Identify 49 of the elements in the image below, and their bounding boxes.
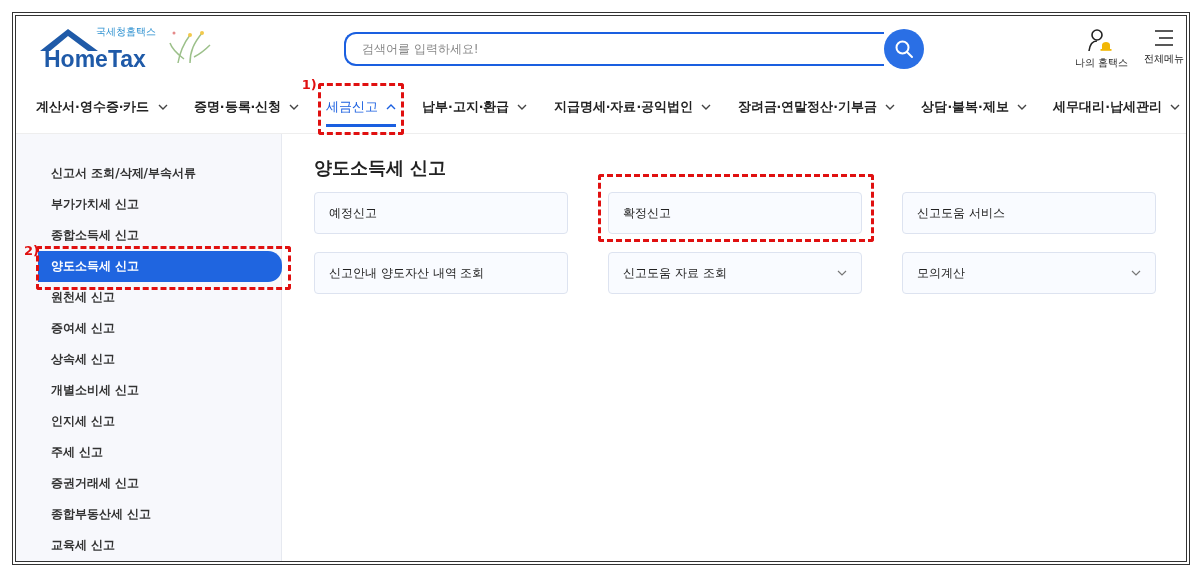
chevron-down-icon bbox=[1131, 270, 1141, 276]
search-icon bbox=[894, 38, 914, 59]
menu-card[interactable]: 신고도움 서비스 bbox=[902, 192, 1156, 234]
nav-menu-item[interactable]: 납부·고지·환급 bbox=[421, 87, 528, 127]
sidebar-item[interactable]: 신고서 조회/삭제/부속서류 bbox=[38, 158, 282, 189]
nav-menu-item[interactable]: 지급명세·자료·공익법인 bbox=[553, 87, 712, 127]
user-bell-icon bbox=[1088, 27, 1115, 52]
chevron-down-icon bbox=[289, 104, 300, 110]
chevron-down-icon bbox=[517, 104, 528, 110]
sidebar-item[interactable]: 개별소비세 신고 bbox=[38, 375, 282, 406]
sidebar-item[interactable]: 부가가치세 신고 bbox=[38, 189, 282, 220]
logo-subtitle: 국세청홈택스 bbox=[96, 24, 156, 39]
my-hometax-button[interactable]: 나의 홈택스 bbox=[1074, 27, 1128, 70]
search-button[interactable] bbox=[884, 28, 924, 69]
search-field[interactable]: 검색어를 입력하세요! bbox=[344, 31, 884, 66]
section-title: 양도소득세 신고 bbox=[314, 156, 448, 180]
chevron-down-icon bbox=[701, 104, 712, 110]
sidebar-item[interactable]: 양도소득세 신고 bbox=[38, 251, 282, 282]
nav-menu-item[interactable]: 세무대리·납세관리 bbox=[1053, 87, 1180, 127]
chevron-down-icon bbox=[157, 104, 168, 110]
chevron-up-icon bbox=[385, 104, 396, 110]
sidebar-item[interactable]: 증여세 신고 bbox=[38, 313, 282, 344]
dropdown-menu-card[interactable]: 신고도움 자료 조회 bbox=[608, 252, 862, 294]
plant-drawing bbox=[168, 28, 212, 65]
all-menu-button[interactable]: 전체메뉴 bbox=[1144, 27, 1184, 70]
sidebar-item[interactable]: 상속세 신고 bbox=[38, 344, 282, 375]
sidebar-item[interactable]: 증권거래세 신고 bbox=[38, 468, 282, 499]
sidebar-item[interactable]: 종합부동산세 신고 bbox=[38, 499, 282, 530]
sidebar-item[interactable]: 인지세 신고 bbox=[38, 406, 282, 437]
chevron-down-icon bbox=[1016, 104, 1027, 110]
chevron-down-icon bbox=[1169, 104, 1180, 110]
menu-icon bbox=[1153, 27, 1175, 48]
sidebar-item[interactable]: 교육세 신고 bbox=[38, 530, 282, 561]
dropdown-menu-card[interactable]: 모의계산 bbox=[902, 252, 1156, 294]
nav-menu-item[interactable]: 계산서·영수증·카드 bbox=[36, 87, 168, 127]
nav-menu-item[interactable]: 증명·등록·신청 bbox=[193, 87, 300, 127]
chevron-down-icon bbox=[885, 104, 896, 110]
menu-card[interactable]: 신고안내 양도자산 내역 조회 bbox=[314, 252, 568, 294]
annotation-label: 1) bbox=[301, 77, 317, 92]
menu-card[interactable]: 확정신고 bbox=[608, 192, 862, 234]
nav-menu-item[interactable]: 세금신고 bbox=[325, 87, 396, 127]
logo-title[interactable]: HomeTax bbox=[44, 45, 146, 73]
nav-menu-item[interactable]: 장려금·연말정산·기부금 bbox=[737, 87, 896, 127]
nav-menu-item[interactable]: 상담·불복·제보 bbox=[921, 87, 1027, 127]
sidebar-item[interactable]: 원천세 신고 bbox=[38, 282, 282, 313]
chevron-down-icon bbox=[837, 270, 847, 276]
sidebar-item[interactable]: 종합소득세 신고 bbox=[38, 220, 282, 251]
menu-card[interactable]: 예정신고 bbox=[314, 192, 568, 234]
sidebar-item[interactable]: 주세 신고 bbox=[38, 437, 282, 468]
